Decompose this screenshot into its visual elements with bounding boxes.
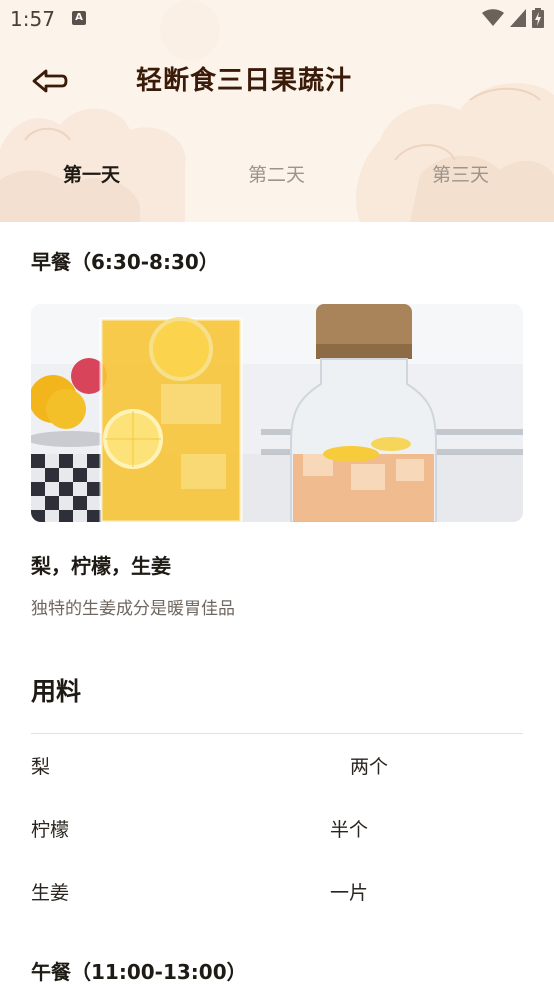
ingredients-title: 用料 [31,677,82,706]
back-button[interactable] [30,64,70,98]
lunch-title: 午餐（11:00-13:00） [31,960,247,984]
notification-badge: A [72,11,86,25]
dish-name: 梨，柠檬，生姜 [31,554,171,578]
ingredient-amount: 半个 [330,819,369,841]
tab-day-3[interactable]: 第三天 [432,160,489,187]
wifi-icon [482,9,504,26]
signal-icon [510,9,526,27]
ingredient-name: 生姜 [31,882,70,904]
dish-description: 独特的生姜成分是暖胃佳品 [31,599,235,619]
header: 1:57 A 轻断食三日果蔬汁 第一天 第二天 第三天 [0,0,554,222]
page-title: 轻断食三日果蔬汁 [136,66,353,96]
back-arrow-icon [32,69,68,93]
ingredient-row: 柠檬 半个 [0,815,554,845]
tab-day-1[interactable]: 第一天 [63,160,120,187]
ingredient-row: 生姜 一片 [0,878,554,908]
status-bar: 1:57 A [0,0,554,38]
ingredient-name: 柠檬 [31,819,70,841]
ingredient-name: 梨 [31,756,51,778]
breakfast-title: 早餐（6:30-8:30） [31,250,219,274]
tab-day-2[interactable]: 第二天 [248,160,305,187]
ingredient-row: 梨 两个 [0,752,554,782]
dish-photo [31,304,523,522]
divider [31,733,523,734]
ingredient-amount: 一片 [330,882,369,904]
battery-charging-icon [532,8,544,28]
ingredient-amount: 两个 [350,756,389,778]
status-time: 1:57 [10,7,55,31]
day-tabs: 第一天 第二天 第三天 [0,160,554,190]
